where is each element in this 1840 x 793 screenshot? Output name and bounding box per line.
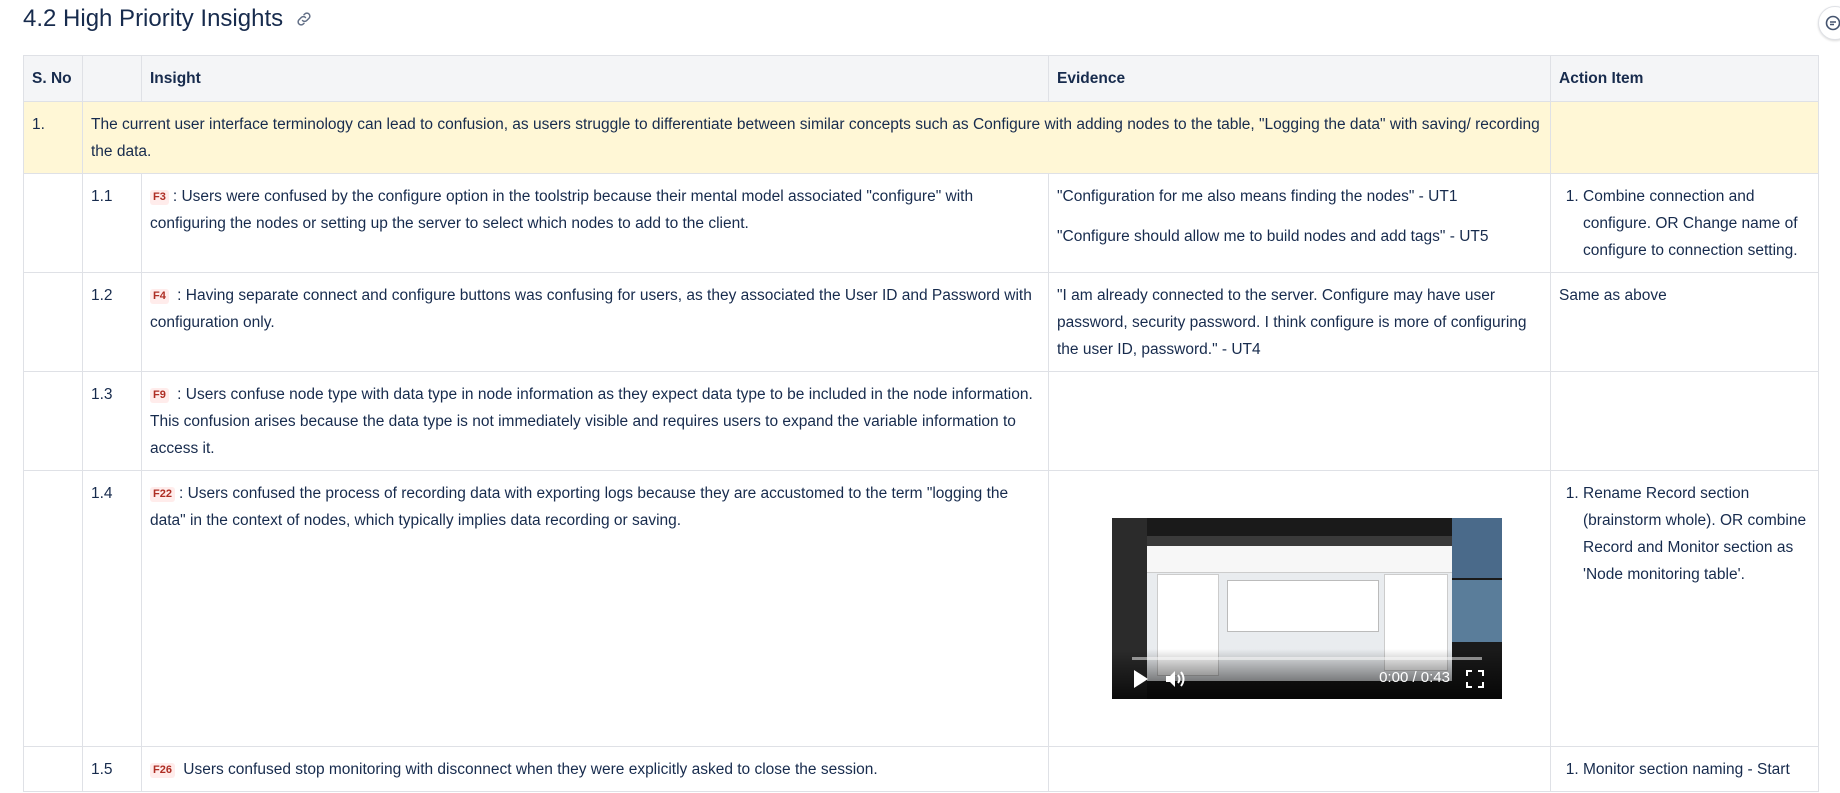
section-heading: 4.2 High Priority Insights — [23, 0, 1818, 38]
row-id: 1.5 — [82, 746, 142, 792]
finding-tag: F22 — [150, 487, 175, 502]
evidence-cell: "I am already connected to the server. C… — [1048, 272, 1551, 372]
action-cell: Monitor section naming - Start — [1550, 746, 1819, 792]
header-sno: S. No — [23, 55, 83, 102]
empty-cell — [23, 746, 83, 792]
empty-cell — [23, 272, 83, 372]
table-row: 1.1 F3: Users were confused by the confi… — [23, 173, 1819, 273]
row-id: 1.4 — [82, 470, 142, 747]
insights-table: S. No Insight Evidence Action Item 1. Th… — [23, 55, 1819, 792]
empty-cell — [23, 470, 83, 747]
action-item: Combine connection and configure. OR Cha… — [1583, 183, 1810, 264]
evidence-cell — [1048, 746, 1551, 792]
main-insight-text: The current user interface terminology c… — [82, 101, 1551, 174]
action-cell: Rename Record section (brainstorm whole)… — [1550, 470, 1819, 747]
action-cell: Same as above — [1550, 272, 1819, 372]
insight-cell: F26 Users confused stop monitoring with … — [141, 746, 1049, 792]
row-id: 1.1 — [82, 173, 142, 273]
evidence-cell: 0:00 / 0:43 — [1048, 470, 1551, 747]
table-row: 1.2 F4 : Having separate connect and con… — [23, 272, 1819, 372]
insight-cell: F22: Users confused the process of recor… — [141, 470, 1049, 747]
insight-text: Users confused stop monitoring with disc… — [178, 761, 878, 778]
finding-tag: F26 — [150, 763, 175, 778]
video-controls: 0:00 / 0:43 — [1112, 649, 1502, 699]
empty-cell — [1550, 101, 1819, 174]
video-progress-bar[interactable] — [1132, 657, 1482, 660]
fullscreen-icon[interactable] — [1466, 670, 1484, 688]
table-row: 1.5 F26 Users confused stop monitoring w… — [23, 746, 1819, 792]
finding-tag: F9 — [150, 388, 169, 403]
table-row: 1.3 F9 : Users confuse node type with da… — [23, 371, 1819, 471]
comments-panel-button[interactable] — [1818, 6, 1840, 40]
header-sub — [82, 55, 142, 102]
header-action-item: Action Item — [1550, 55, 1819, 102]
action-item: Monitor section naming - Start — [1583, 756, 1810, 783]
header-insight: Insight — [141, 55, 1049, 102]
insight-cell: F4 : Having separate connect and configu… — [141, 272, 1049, 372]
evidence-cell — [1048, 371, 1551, 471]
video-frame-topbar — [1147, 536, 1452, 546]
table-header-row: S. No Insight Evidence Action Item — [23, 55, 1819, 102]
table-row: 1.4 F22: Users confused the process of r… — [23, 470, 1819, 747]
row-id: 1.3 — [82, 371, 142, 471]
action-item: Rename Record section (brainstorm whole)… — [1583, 480, 1810, 588]
row-id: 1.2 — [82, 272, 142, 372]
action-cell — [1550, 371, 1819, 471]
page-content: 4.2 High Priority Insights S. No Insight… — [23, 0, 1819, 792]
action-cell: Combine connection and configure. OR Cha… — [1550, 173, 1819, 273]
video-participant-thumbnail — [1452, 580, 1502, 642]
video-player[interactable]: 0:00 / 0:43 — [1112, 518, 1502, 699]
video-participant-thumbnail — [1452, 518, 1502, 578]
play-icon[interactable] — [1132, 669, 1150, 689]
insight-cell: F9 : Users confuse node type with data t… — [141, 371, 1049, 471]
insight-text: : Having separate connect and configure … — [150, 287, 1032, 331]
row-number: 1. — [23, 101, 83, 174]
section-title: 4.2 High Priority Insights — [23, 5, 284, 32]
empty-cell — [23, 371, 83, 471]
header-evidence: Evidence — [1048, 55, 1551, 102]
evidence-cell: "Configuration for me also means finding… — [1048, 173, 1551, 273]
video-time: 0:00 / 0:43 — [1379, 669, 1450, 686]
volume-icon[interactable] — [1164, 669, 1186, 689]
link-icon[interactable] — [295, 9, 315, 29]
comment-icon — [1825, 15, 1840, 31]
finding-tag: F4 — [150, 289, 169, 304]
insight-text: : Users were confused by the configure o… — [150, 188, 974, 232]
video-frame-ribbon — [1147, 546, 1452, 573]
table-row-main: 1. The current user interface terminolog… — [23, 101, 1819, 174]
insight-text: : Users confuse node type with data type… — [150, 386, 1033, 457]
evidence-quote: "Configuration for me also means finding… — [1057, 188, 1458, 205]
evidence-quote: "Configure should allow me to build node… — [1057, 228, 1489, 245]
insight-cell: F3: Users were confused by the configure… — [141, 173, 1049, 273]
video-frame-grid — [1227, 580, 1379, 632]
empty-cell — [23, 173, 83, 273]
insight-text: : Users confused the process of recordin… — [150, 485, 1009, 529]
finding-tag: F3 — [150, 190, 169, 205]
